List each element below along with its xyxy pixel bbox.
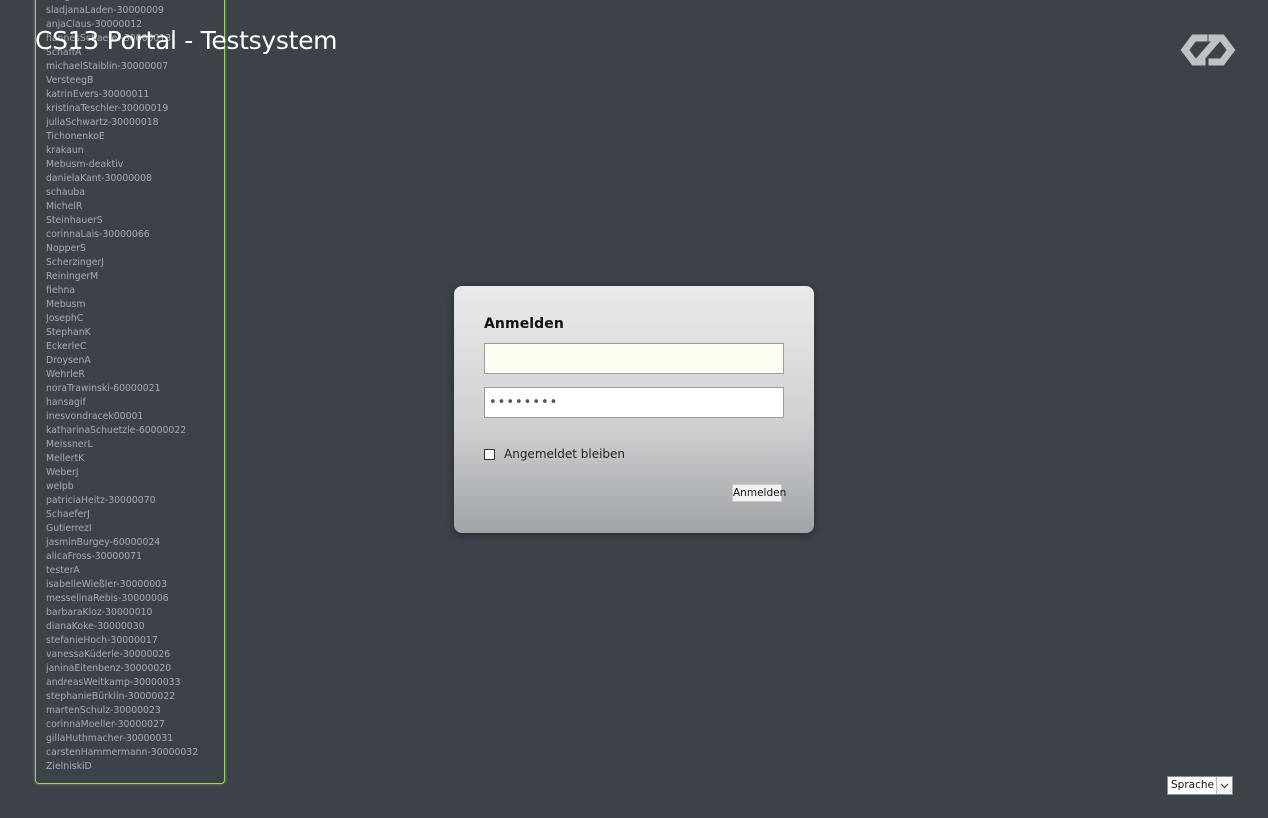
user-list-item[interactable]: DroysenA [46, 354, 224, 368]
username-input[interactable] [484, 343, 784, 374]
login-heading: Anmelden [484, 316, 564, 332]
user-list-item[interactable]: TichonenkoE [46, 130, 224, 144]
password-input[interactable] [484, 387, 784, 418]
user-list-item[interactable]: alicaFross-30000071 [46, 550, 224, 564]
user-list-item[interactable]: JosephC [46, 312, 224, 326]
user-list-item[interactable]: vanessaKüderle-30000026 [46, 648, 224, 662]
login-page: margaritaWiese-60000061sladjanaLaden-300… [0, 0, 1268, 818]
remember-me-row[interactable]: Angemeldet bleiben [484, 446, 625, 462]
user-list-item[interactable]: hansagif [46, 396, 224, 410]
user-list-item[interactable]: sladjanaLaden-30000009 [46, 4, 224, 18]
user-list-item[interactable]: stefanieHoch-30000017 [46, 634, 224, 648]
user-list-item[interactable]: GutierrezI [46, 522, 224, 536]
username-autocomplete-list[interactable]: margaritaWiese-60000061sladjanaLaden-300… [35, 0, 225, 784]
remember-me-label[interactable]: Angemeldet bleiben [504, 447, 625, 461]
user-list-item[interactable]: dianaKoke-30000030 [46, 620, 224, 634]
user-list-item[interactable]: krakaun [46, 144, 224, 158]
user-list-item[interactable]: isabelleWießler-30000003 [46, 578, 224, 592]
user-list-item[interactable]: VersteegB [46, 74, 224, 88]
user-list-item[interactable]: andreasWeitkamp-30000033 [46, 676, 224, 690]
user-list-item[interactable]: kristinaTeschler-30000019 [46, 102, 224, 116]
user-list-item[interactable]: patriciaHeitz-30000070 [46, 494, 224, 508]
user-list-item[interactable]: jasminBurgey-60000024 [46, 536, 224, 550]
chain-link-logo-icon [1180, 30, 1236, 70]
user-list-item[interactable]: MellertK [46, 452, 224, 466]
user-list-item[interactable]: ReiningerM [46, 270, 224, 284]
user-list-item[interactable]: testerA [46, 564, 224, 578]
user-list-item[interactable]: welpb [46, 480, 224, 494]
user-list-item[interactable]: WeberJ [46, 466, 224, 480]
user-list-item[interactable]: SchaeferJ [46, 508, 224, 522]
user-list-item[interactable]: carstenHammermann-30000032 [46, 746, 224, 760]
user-list-item[interactable]: WehrleR [46, 368, 224, 382]
user-list-item[interactable]: danielaKant-30000008 [46, 172, 224, 186]
user-list-item[interactable]: gillaHuthmacher-30000031 [46, 732, 224, 746]
user-list-item[interactable]: MichelR [46, 200, 224, 214]
user-list-item[interactable]: ScherzingerJ [46, 256, 224, 270]
user-list-item[interactable]: michaelStaiblin-30000007 [46, 60, 224, 74]
user-list-item[interactable]: noraTrawinski-60000021 [46, 382, 224, 396]
user-list-item[interactable]: katharinaSchuetzle-60000022 [46, 424, 224, 438]
language-select[interactable]: Sprache [1167, 776, 1233, 795]
user-list-item[interactable]: SteinhauerS [46, 214, 224, 228]
login-panel: Anmelden Angemeldet bleiben Anmelden [454, 286, 814, 533]
user-list-item[interactable]: barbaraKloz-30000010 [46, 606, 224, 620]
user-list-item[interactable]: ZielniskiD [46, 760, 224, 774]
page-title: CS13 Portal - Testsystem [35, 26, 338, 55]
user-list-item[interactable]: corinnaMoeller-30000027 [46, 718, 224, 732]
login-button[interactable]: Anmelden [732, 484, 786, 502]
user-list-item[interactable]: inesvondracek00001 [46, 410, 224, 424]
user-list-item[interactable]: Mebusm [46, 298, 224, 312]
user-list-item[interactable]: juliaSchwartz-30000018 [46, 116, 224, 130]
user-list-item[interactable]: MeissnerL [46, 438, 224, 452]
user-list-item[interactable]: janinaEitenbenz-30000020 [46, 662, 224, 676]
chevron-down-icon[interactable] [1216, 777, 1232, 794]
user-list-item[interactable]: EckerleC [46, 340, 224, 354]
user-list-item[interactable]: fiehna [46, 284, 224, 298]
user-list-item[interactable]: Mebusm-deaktiv [46, 158, 224, 172]
user-list-item[interactable]: martenSchulz-30000023 [46, 704, 224, 718]
user-list-item[interactable]: StephanK [46, 326, 224, 340]
user-list-item[interactable]: schauba [46, 186, 224, 200]
language-select-value: Sprache [1171, 779, 1214, 791]
user-list-item[interactable]: NopperS [46, 242, 224, 256]
user-list-item[interactable]: stephanieBürklin-30000022 [46, 690, 224, 704]
remember-me-checkbox[interactable] [484, 448, 495, 460]
user-list-item[interactable]: corinnaLais-30000066 [46, 228, 224, 242]
user-list-item[interactable]: messelinaRebis-30000006 [46, 592, 224, 606]
user-list-item[interactable]: katrinEvers-30000011 [46, 88, 224, 102]
